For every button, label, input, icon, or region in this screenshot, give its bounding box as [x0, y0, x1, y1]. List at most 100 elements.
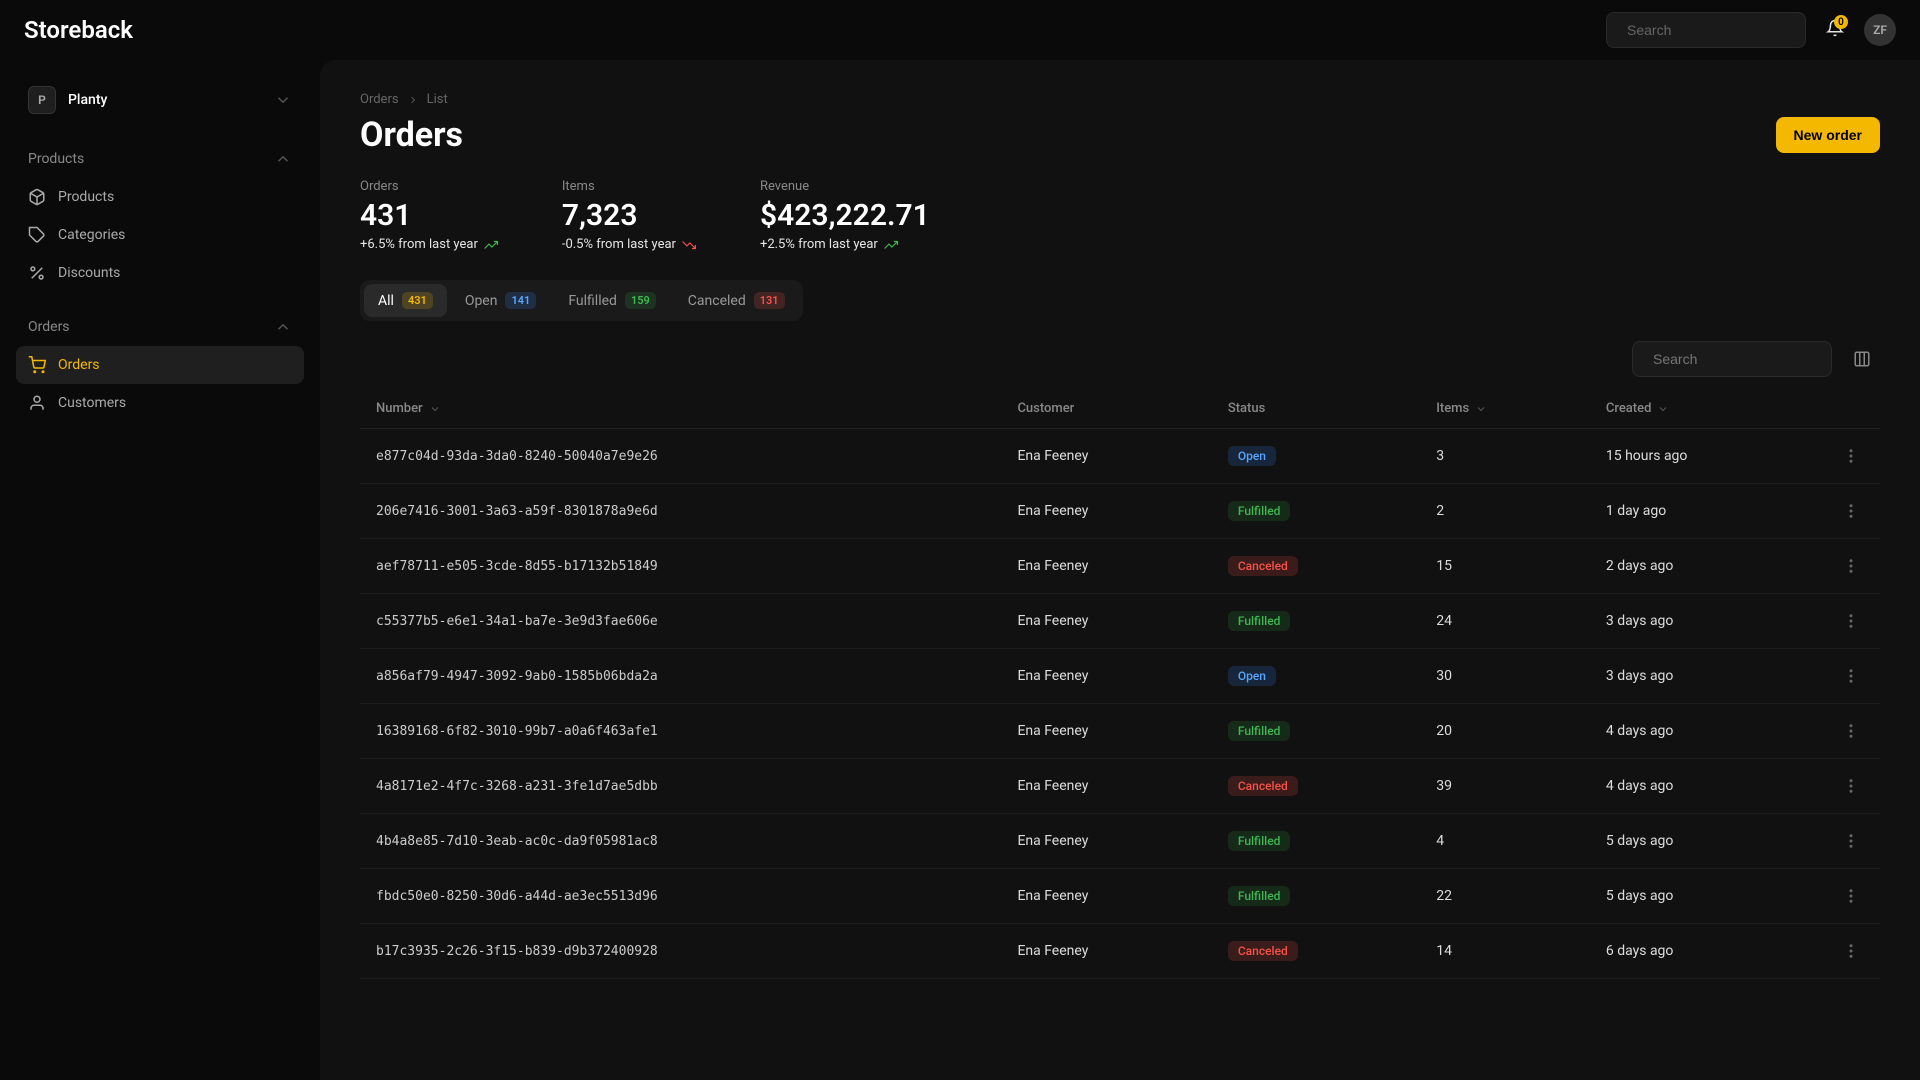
stat-label: Orders — [360, 179, 498, 194]
table-search-input[interactable] — [1653, 351, 1834, 367]
table-row[interactable]: 4b4a8e85-7d10-3eab-ac0c-da9f05981ac8Ena … — [360, 814, 1880, 869]
cell-number: 4a8171e2-4f7c-3268-a231-3fe1d7ae5dbb — [360, 759, 1001, 814]
row-menu-button[interactable] — [1838, 938, 1864, 964]
global-search[interactable] — [1606, 12, 1806, 48]
chevron-up-icon — [274, 318, 292, 336]
cell-customer: Ena Feeney — [1001, 869, 1211, 924]
stat-change: -0.5% from last year — [562, 237, 696, 252]
table-row[interactable]: 16389168-6f82-3010-99b7-a0a6f463afe1Ena … — [360, 704, 1880, 759]
tab-canceled[interactable]: Canceled 131 — [674, 284, 799, 317]
cell-items: 4 — [1420, 814, 1590, 869]
stat-revenue: Revenue $423,222.71 +2.5% from last year — [760, 179, 930, 252]
cart-icon — [28, 356, 46, 374]
cell-created: 3 days ago — [1590, 649, 1822, 704]
row-menu-button[interactable] — [1838, 718, 1864, 744]
tab-fulfilled[interactable]: Fulfilled159 — [554, 284, 669, 317]
stat-label: Revenue — [760, 179, 930, 194]
sidebar-item-orders[interactable]: Orders — [16, 346, 304, 384]
tab-count: 159 — [625, 292, 656, 309]
new-order-button[interactable]: New order — [1776, 117, 1880, 153]
cell-created: 1 day ago — [1590, 484, 1822, 539]
row-menu-button[interactable] — [1838, 498, 1864, 524]
more-vertical-icon — [1842, 887, 1860, 905]
col-created[interactable]: Created — [1590, 389, 1822, 429]
columns-icon — [1853, 350, 1871, 368]
sidebar-item-label: Categories — [58, 227, 125, 243]
nav-header-orders[interactable]: Orders — [16, 308, 304, 346]
more-vertical-icon — [1842, 777, 1860, 795]
status-tabs: All431 Open 141 Fulfilled159 Canceled 131 — [360, 280, 803, 321]
tab-open[interactable]: Open 141 — [451, 284, 551, 317]
cell-created: 3 days ago — [1590, 594, 1822, 649]
cell-status: Open — [1212, 649, 1420, 704]
table-search[interactable] — [1632, 341, 1832, 377]
stat-label: Items — [562, 179, 696, 194]
global-search-input[interactable] — [1627, 22, 1808, 38]
row-menu-button[interactable] — [1838, 608, 1864, 634]
status-badge: Open — [1228, 666, 1276, 686]
cell-items: 20 — [1420, 704, 1590, 759]
col-label: Number — [376, 401, 423, 416]
nav-header-products[interactable]: Products — [16, 140, 304, 178]
cell-number: c55377b5-e6e1-34a1-ba7e-3e9d3fae606e — [360, 594, 1001, 649]
workspace-badge: P — [28, 86, 56, 114]
cell-items: 14 — [1420, 924, 1590, 979]
row-menu-button[interactable] — [1838, 553, 1864, 579]
cell-status: Fulfilled — [1212, 594, 1420, 649]
cell-items: 39 — [1420, 759, 1590, 814]
row-menu-button[interactable] — [1838, 443, 1864, 469]
tab-label: Open — [465, 293, 498, 309]
trend-up-icon — [884, 238, 898, 252]
cell-items: 2 — [1420, 484, 1590, 539]
columns-button[interactable] — [1844, 341, 1880, 377]
tab-all[interactable]: All431 — [364, 284, 447, 317]
cell-created: 15 hours ago — [1590, 429, 1822, 484]
cell-status: Fulfilled — [1212, 704, 1420, 759]
table-row[interactable]: a856af79-4947-3092-9ab0-1585b06bda2aEna … — [360, 649, 1880, 704]
status-badge: Fulfilled — [1228, 886, 1291, 906]
more-vertical-icon — [1842, 832, 1860, 850]
sidebar-item-discounts[interactable]: Discounts — [16, 254, 304, 292]
col-status[interactable]: Status — [1212, 389, 1420, 429]
sidebar-item-label: Products — [58, 189, 114, 205]
breadcrumb-item[interactable]: Orders — [360, 92, 399, 107]
status-badge: Canceled — [1228, 556, 1298, 576]
page-header: Orders New order — [360, 115, 1880, 155]
tab-count: 141 — [505, 292, 536, 309]
col-label: Items — [1436, 401, 1469, 416]
row-menu-button[interactable] — [1838, 663, 1864, 689]
sort-icon — [1657, 403, 1669, 415]
workspace-switcher[interactable]: P Planty — [16, 76, 304, 124]
col-label: Customer — [1017, 401, 1074, 416]
chevron-up-icon — [274, 150, 292, 168]
table-row[interactable]: 206e7416-3001-3a63-a59f-8301878a9e6dEna … — [360, 484, 1880, 539]
table-row[interactable]: aef78711-e505-3cde-8d55-b17132b51849Ena … — [360, 539, 1880, 594]
cell-customer: Ena Feeney — [1001, 649, 1211, 704]
table-row[interactable]: e877c04d-93da-3da0-8240-50040a7e9e26Ena … — [360, 429, 1880, 484]
status-badge: Canceled — [1228, 941, 1298, 961]
row-menu-button[interactable] — [1838, 773, 1864, 799]
sidebar-item-categories[interactable]: Categories — [16, 216, 304, 254]
cell-number: b17c3935-2c26-3f15-b839-d9b372400928 — [360, 924, 1001, 979]
row-menu-button[interactable] — [1838, 828, 1864, 854]
tab-label: Canceled — [688, 293, 746, 309]
tab-count: 131 — [754, 292, 785, 309]
table-row[interactable]: c55377b5-e6e1-34a1-ba7e-3e9d3fae606eEna … — [360, 594, 1880, 649]
page-title: Orders — [360, 115, 463, 155]
sidebar-item-products[interactable]: Products — [16, 178, 304, 216]
cell-created: 2 days ago — [1590, 539, 1822, 594]
table-row[interactable]: fbdc50e0-8250-30d6-a44d-ae3ec5513d96Ena … — [360, 869, 1880, 924]
col-number[interactable]: Number — [360, 389, 1001, 429]
notifications-button[interactable]: 0 — [1826, 19, 1844, 41]
row-menu-button[interactable] — [1838, 883, 1864, 909]
col-customer[interactable]: Customer — [1001, 389, 1211, 429]
stat-change-text: +6.5% from last year — [360, 237, 478, 252]
table-row[interactable]: 4a8171e2-4f7c-3268-a231-3fe1d7ae5dbbEna … — [360, 759, 1880, 814]
table-row[interactable]: b17c3935-2c26-3f15-b839-d9b372400928Ena … — [360, 924, 1880, 979]
cell-status: Fulfilled — [1212, 814, 1420, 869]
sidebar-item-customers[interactable]: Customers — [16, 384, 304, 422]
cell-customer: Ena Feeney — [1001, 484, 1211, 539]
col-items[interactable]: Items — [1420, 389, 1590, 429]
user-avatar[interactable]: ZF — [1864, 14, 1896, 46]
cell-customer: Ena Feeney — [1001, 594, 1211, 649]
